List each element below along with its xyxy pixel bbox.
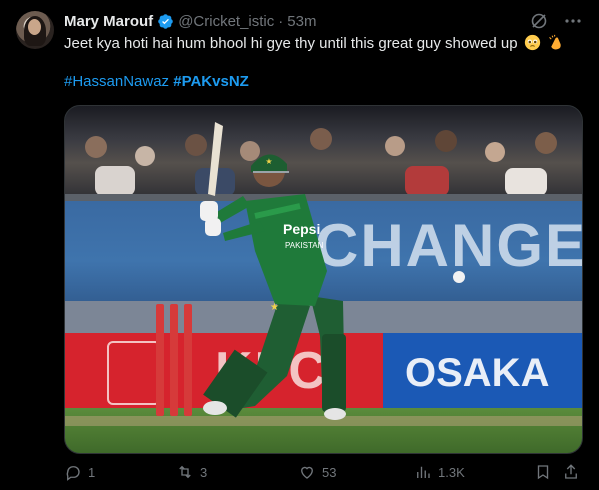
tweet-image[interactable]: CHANGE KFC OSAKA bbox=[64, 105, 583, 454]
reply-count: 1 bbox=[88, 464, 96, 480]
bookmark-button[interactable] bbox=[534, 462, 552, 482]
hashtags: #HassanNawaz #PAKvsNZ bbox=[64, 72, 249, 92]
cricket-ball bbox=[453, 271, 465, 283]
pleading-face-icon bbox=[524, 34, 540, 51]
repost-icon bbox=[179, 465, 191, 479]
svg-text:★: ★ bbox=[270, 302, 279, 313]
hashtag-hassannawaz[interactable]: #HassanNawaz bbox=[64, 73, 169, 90]
reply-icon bbox=[66, 466, 80, 481]
grok-icon[interactable] bbox=[529, 11, 549, 31]
tweet-body: Jeet kya hoti hai hum bhool hi gye thy u… bbox=[64, 35, 518, 52]
bookmark-icon bbox=[537, 465, 549, 480]
tweet-text: Jeet kya hoti hai hum bhool hi gye thy u… bbox=[64, 34, 584, 54]
views-icon bbox=[417, 466, 430, 478]
more-icon[interactable] bbox=[563, 11, 583, 31]
tweet-actions: 1 3 53 1.3K bbox=[64, 462, 581, 482]
timestamp[interactable]: 53m bbox=[287, 13, 316, 30]
repost-count: 3 bbox=[200, 464, 208, 480]
reply-button[interactable]: 1 bbox=[64, 462, 95, 482]
like-button[interactable]: 53 bbox=[298, 462, 336, 482]
repost-button[interactable]: 3 bbox=[176, 462, 207, 482]
header-actions bbox=[529, 11, 583, 31]
hashtag-pakvsnz[interactable]: #PAKvsNZ bbox=[173, 73, 249, 90]
batsman-figure: ★ Pepsi PAKISTAN ★ bbox=[200, 122, 346, 420]
views-count: 1.3K bbox=[438, 464, 465, 480]
jersey-sponsor: Pepsi bbox=[283, 221, 320, 237]
like-icon bbox=[301, 466, 313, 479]
avatar[interactable] bbox=[16, 11, 54, 49]
separator-dot: · bbox=[278, 12, 284, 30]
tweet-header: Mary Marouf @Cricket_istic · 53m bbox=[64, 11, 316, 31]
like-count: 53 bbox=[322, 464, 337, 480]
views-button[interactable]: 1.3K bbox=[414, 462, 465, 482]
clapping-hands-icon bbox=[549, 34, 561, 50]
share-icon bbox=[565, 464, 577, 479]
svg-text:★: ★ bbox=[265, 157, 272, 166]
jersey-country: PAKISTAN bbox=[285, 241, 324, 250]
tweet[interactable]: Mary Marouf @Cricket_istic · 53m Jeet ky… bbox=[0, 0, 599, 490]
share-button[interactable] bbox=[562, 462, 580, 482]
verified-badge-icon bbox=[158, 13, 173, 29]
author-name[interactable]: Mary Marouf bbox=[64, 13, 153, 30]
author-handle[interactable]: @Cricket_istic bbox=[178, 13, 274, 30]
